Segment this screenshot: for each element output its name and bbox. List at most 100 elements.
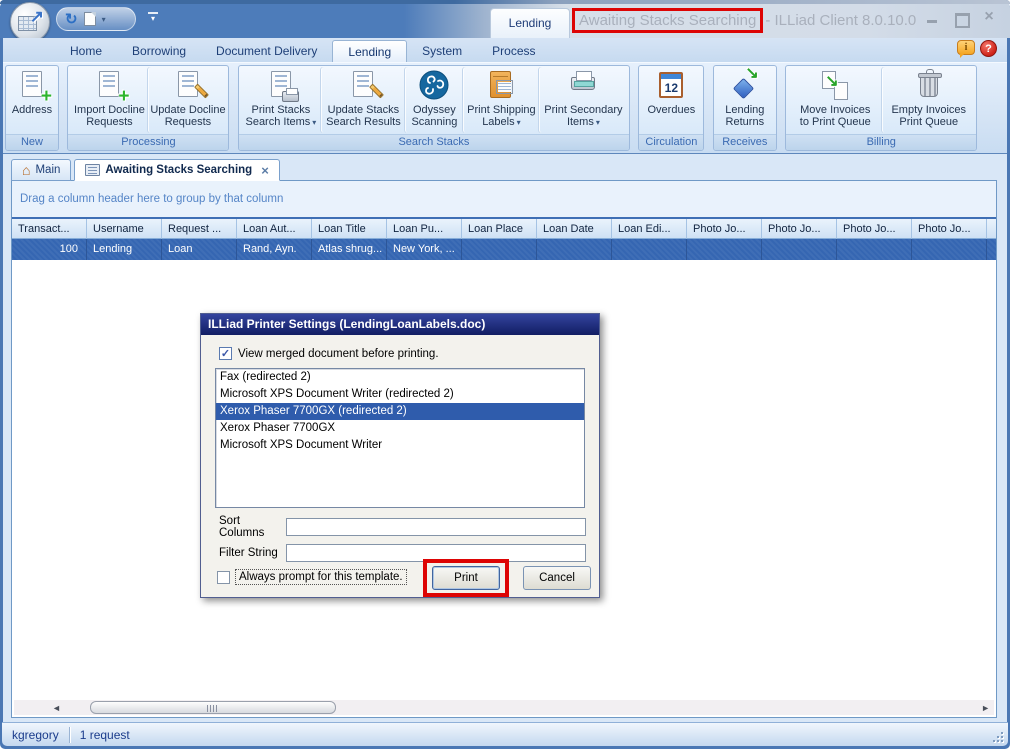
trash-icon: [913, 69, 945, 101]
scrollbar-thumb[interactable]: [90, 701, 336, 714]
tab-document-delivery[interactable]: Document Delivery: [201, 40, 332, 62]
app-logo-arrow-icon: ↗: [30, 7, 44, 27]
annotation-box-title: Awaiting Stacks Searching: [572, 8, 763, 33]
print-stacks-search-items-button[interactable]: Print Stacks Search Items▾: [241, 67, 321, 133]
move-invoices-icon: ↘: [819, 69, 851, 101]
printer-option[interactable]: Xerox Phaser 7700GX: [216, 420, 584, 437]
calendar-icon: 12: [655, 69, 687, 101]
group-label-receives: Receives: [714, 134, 776, 150]
column-header-photo-journal-3[interactable]: Photo Jo...: [837, 219, 912, 239]
status-username: kgregory: [2, 728, 69, 742]
refresh-icon[interactable]: ↻: [65, 12, 78, 27]
window-controls: ×: [924, 10, 998, 26]
address-button[interactable]: + Address: [8, 67, 56, 133]
doc-tab-active-label: Awaiting Stacks Searching: [105, 164, 252, 176]
window-title-highlight: Awaiting Stacks Searching: [579, 12, 756, 29]
resize-grip[interactable]: [991, 730, 1003, 742]
view-merged-label: View merged document before printing.: [238, 348, 439, 360]
group-label-billing: Billing: [786, 134, 976, 150]
doc-tab-main-label: Main: [35, 164, 60, 176]
minimize-button[interactable]: [924, 10, 942, 26]
ribbon-group-circulation: 12 Overdues Circulation: [638, 65, 704, 151]
empty-invoices-print-queue-button[interactable]: Empty Invoices Print Queue: [882, 67, 974, 133]
printer-option-selected[interactable]: Xerox Phaser 7700GX (redirected 2): [216, 403, 584, 420]
column-header-filler: [987, 219, 996, 239]
filter-string-label: Filter String: [219, 547, 286, 559]
new-document-icon[interactable]: [84, 12, 96, 26]
column-header-request[interactable]: Request ...: [162, 219, 237, 239]
view-merged-checkbox[interactable]: ✓: [219, 347, 232, 360]
scroll-right-icon[interactable]: ►: [981, 703, 990, 713]
always-prompt-checkbox[interactable]: [217, 571, 230, 584]
update-stacks-search-results-button[interactable]: Update Stacks Search Results: [321, 67, 405, 133]
print-shipping-labels-button[interactable]: Print Shipping Labels▾: [463, 67, 539, 133]
table-row[interactable]: 100 Lending Loan Rand, Ayn. Atlas shrug.…: [12, 239, 996, 260]
dropdown-arrow-icon: ▾: [312, 118, 316, 127]
column-header-loan-publisher[interactable]: Loan Pu...: [387, 219, 462, 239]
move-invoices-to-print-queue-button[interactable]: ↘ Move Invoices to Print Queue: [788, 67, 882, 133]
column-header-loan-date[interactable]: Loan Date: [537, 219, 612, 239]
tab-home[interactable]: Home: [55, 40, 117, 62]
printer-option[interactable]: Microsoft XPS Document Writer (redirecte…: [216, 386, 584, 403]
grid-header-row: Transact... Username Request ... Loan Au…: [12, 217, 996, 239]
tab-borrowing[interactable]: Borrowing: [117, 40, 201, 62]
receipt-edit-icon: [172, 69, 204, 101]
cancel-button[interactable]: Cancel: [523, 566, 591, 590]
about-info-icon[interactable]: i: [957, 40, 975, 55]
request-list-icon: [85, 164, 100, 176]
application-menu-button[interactable]: ↗: [10, 2, 50, 42]
sort-columns-input[interactable]: [286, 518, 586, 536]
overdues-button[interactable]: 12 Overdues: [641, 67, 701, 133]
tab-close-icon[interactable]: ×: [261, 163, 269, 178]
column-header-username[interactable]: Username: [87, 219, 162, 239]
tab-lending[interactable]: Lending: [332, 40, 407, 62]
ribbon-tab-row: Home Borrowing Document Delivery Lending…: [3, 38, 1007, 62]
ribbon-group-receives: ↘ Lending Returns Receives: [713, 65, 777, 151]
ribbon-group-billing: ↘ Move Invoices to Print Queue Empty Inv…: [785, 65, 977, 151]
titlebar: ↗ ↻ ▾ ▾ Lending Awaiting Stacks Searchin…: [0, 0, 1010, 38]
scroll-left-icon[interactable]: ◄: [52, 703, 61, 713]
group-by-drop-zone[interactable]: Drag a column header here to group by th…: [12, 181, 996, 217]
group-label-new: New: [6, 134, 58, 150]
printer-listbox[interactable]: Fax (redirected 2) Microsoft XPS Documen…: [215, 368, 585, 508]
column-header-loan-title[interactable]: Loan Title: [312, 219, 387, 239]
column-header-photo-journal-4[interactable]: Photo Jo...: [912, 219, 987, 239]
column-header-loan-place[interactable]: Loan Place: [462, 219, 537, 239]
always-prompt-label: Always prompt for this template.: [235, 569, 407, 585]
doc-tab-main[interactable]: ⌂ Main: [11, 159, 71, 181]
ribbon-group-new: + Address New: [5, 65, 59, 151]
column-header-photo-journal-1[interactable]: Photo Jo...: [687, 219, 762, 239]
group-label-processing: Processing: [68, 134, 228, 150]
window-title-rest: - ILLiad Client 8.0.10.0: [765, 12, 916, 29]
maximize-button[interactable]: [952, 10, 970, 26]
print-button[interactable]: Print: [432, 566, 500, 590]
odyssey-scanning-button[interactable]: Odyssey Scanning: [405, 67, 463, 133]
column-header-photo-journal-2[interactable]: Photo Jo...: [762, 219, 837, 239]
help-icon[interactable]: ?: [980, 40, 997, 57]
ribbon-group-processing: + Import Docline Requests Update Docline…: [67, 65, 229, 151]
odyssey-logo-icon: [418, 69, 450, 101]
status-request-count: 1 request: [70, 728, 140, 742]
doc-tab-awaiting-stacks-searching[interactable]: Awaiting Stacks Searching ×: [74, 159, 279, 181]
printer-option[interactable]: Fax (redirected 2): [216, 369, 584, 386]
printer-option[interactable]: Microsoft XPS Document Writer: [216, 437, 584, 454]
lending-returns-button[interactable]: ↘ Lending Returns: [716, 67, 774, 133]
lending-returns-icon: ↘: [729, 69, 761, 101]
horizontal-scrollbar[interactable]: ◄ ►: [14, 700, 994, 715]
dialog-title[interactable]: ILLiad Printer Settings (LendingLoanLabe…: [201, 314, 599, 335]
column-header-loan-author[interactable]: Loan Aut...: [237, 219, 312, 239]
close-button[interactable]: ×: [980, 10, 998, 26]
document-tab-bar: ⌂ Main Awaiting Stacks Searching ×: [11, 158, 283, 181]
import-docline-requests-button[interactable]: + Import Docline Requests: [70, 67, 148, 133]
column-header-loan-edition[interactable]: Loan Edi...: [612, 219, 687, 239]
chevron-down-icon[interactable]: ▾: [102, 15, 106, 24]
printer-settings-dialog: ILLiad Printer Settings (LendingLoanLabe…: [200, 313, 600, 598]
tab-process[interactable]: Process: [477, 40, 550, 62]
tab-system[interactable]: System: [407, 40, 477, 62]
print-secondary-items-button[interactable]: Print Secondary Items▾: [539, 67, 627, 133]
ribbon: + Address New + Import Docline Requests …: [3, 62, 1007, 154]
qat-customize-icon[interactable]: ▾: [148, 12, 158, 24]
annotation-box-print: Print: [423, 559, 509, 597]
column-header-transaction[interactable]: Transact...: [12, 219, 87, 239]
update-docline-requests-button[interactable]: Update Docline Requests: [148, 67, 226, 133]
